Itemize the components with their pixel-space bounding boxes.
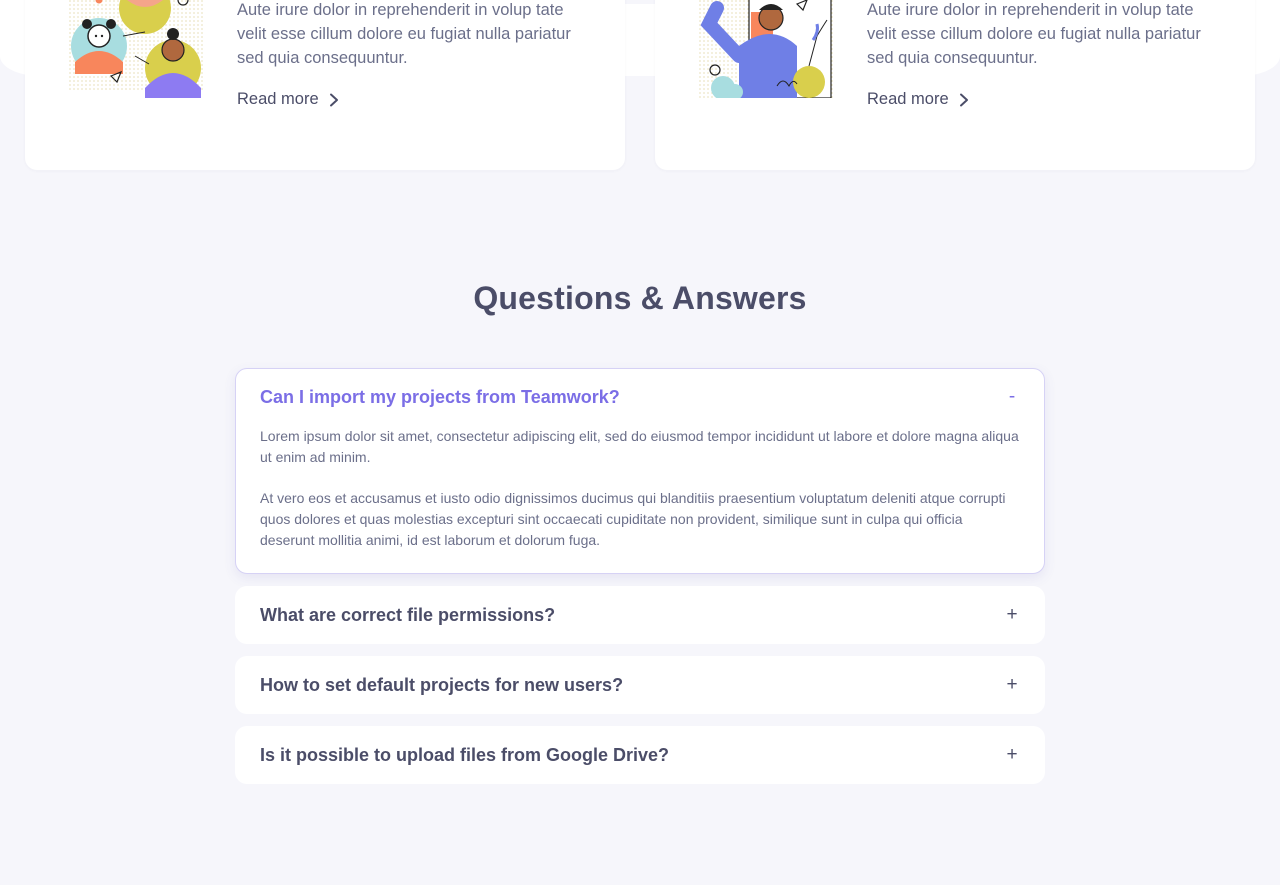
card-description: Aute irure dolor in reprehenderit in vol… <box>867 1 1201 67</box>
presenter-illustration <box>697 0 833 98</box>
faq-item: What are correct file permissions? + <box>235 586 1045 644</box>
chevron-right-icon <box>329 93 338 106</box>
faq-answer: Lorem ipsum dolor sit amet, consectetur … <box>236 426 1044 573</box>
faq-answer-paragraph: At vero eos et accusamus et iusto odio d… <box>260 490 1006 548</box>
team-people-illustration <box>67 0 203 98</box>
read-more-link[interactable]: Read more <box>237 90 339 109</box>
feature-card-right: Aute irure dolor in reprehenderit in vol… <box>655 0 1255 170</box>
expand-icon[interactable]: + <box>1004 604 1020 626</box>
faq-item: Is it possible to upload files from Goog… <box>235 726 1045 784</box>
faq-accordion: Can I import my projects from Teamwork? … <box>235 368 1045 796</box>
read-more-label: Read more <box>867 90 949 108</box>
feature-card-left: Aute irure dolor in reprehenderit in vol… <box>25 0 625 170</box>
faq-answer-paragraph: Lorem ipsum dolor sit amet, consectetur … <box>260 428 1019 465</box>
faq-question-header[interactable]: How to set default projects for new user… <box>236 657 1044 713</box>
faq-item: How to set default projects for new user… <box>235 656 1045 714</box>
faq-question: Can I import my projects from Teamwork? <box>260 386 620 407</box>
faq-question: How to set default projects for new user… <box>260 674 624 695</box>
read-more-label: Read more <box>237 90 319 108</box>
faq-question: Is it possible to upload files from Goog… <box>260 744 670 765</box>
expand-icon[interactable]: + <box>1004 744 1020 766</box>
faq-section-title: Questions & Answers <box>473 280 807 316</box>
collapse-icon[interactable]: - <box>1004 386 1020 408</box>
card-description: Aute irure dolor in reprehenderit in vol… <box>237 1 571 67</box>
card-gap <box>625 0 655 4</box>
faq-question-header[interactable]: What are correct file permissions? + <box>236 587 1044 643</box>
expand-icon[interactable]: + <box>1004 674 1020 696</box>
faq-question: What are correct file permissions? <box>260 604 556 625</box>
read-more-link[interactable]: Read more <box>867 90 969 109</box>
chevron-right-icon <box>959 93 968 106</box>
faq-question-header[interactable]: Can I import my projects from Teamwork? … <box>236 369 1044 425</box>
faq-question-header[interactable]: Is it possible to upload files from Goog… <box>236 727 1044 783</box>
faq-item: Can I import my projects from Teamwork? … <box>235 368 1045 574</box>
